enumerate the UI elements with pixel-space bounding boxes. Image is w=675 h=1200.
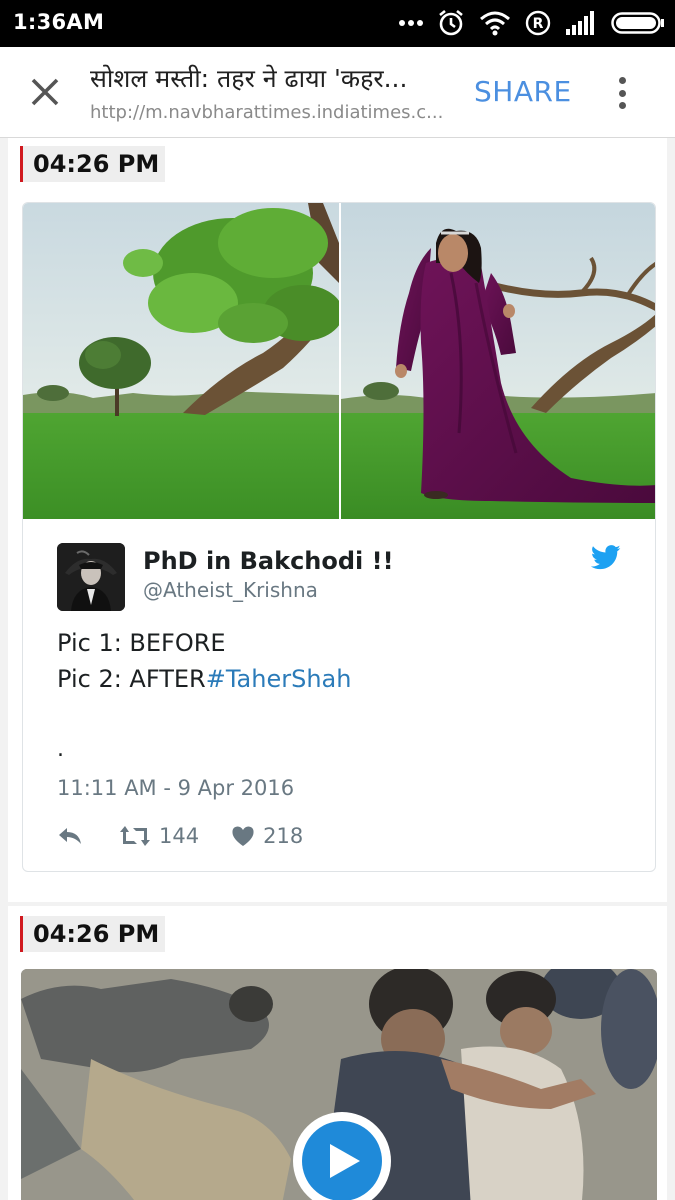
tweet-photo-before[interactable] [23,203,339,519]
status-time: 1:36AM [13,10,105,34]
tweet-timestamp[interactable]: 11:11 AM - 9 Apr 2016 [57,776,294,800]
video-player[interactable] [21,969,657,1200]
more-options-button[interactable] [608,73,636,113]
retweet-button[interactable]: 144 [119,824,199,848]
avatar[interactable] [57,543,125,611]
browser-app-bar: सोशल मस्ती: तहर ने ढाया 'कहर... http://m… [0,47,675,138]
battery-icon [611,12,665,34]
more-options-icon [618,77,626,84]
wifi-icon [479,10,511,36]
tweet-actions: 144 218 [57,821,303,851]
tweet-text: Pic 1: BEFORE Pic 2: AFTER#TaherShah [57,625,617,697]
close-icon [31,78,59,106]
play-button[interactable] [293,1112,391,1200]
entry-time: 04:26 PM [20,146,166,182]
close-button[interactable] [24,71,66,113]
tweet-hashtag-link[interactable]: #TaherShah [206,665,352,693]
reply-button[interactable] [57,826,83,846]
entry-time: 04:26 PM [20,916,166,952]
reply-icon [59,828,81,844]
tweet-text-line: Pic 1: BEFORE [57,629,226,657]
tweet-text-prefix: Pic 2: AFTER [57,665,206,693]
retweet-icon [120,826,150,846]
tweet-media[interactable] [23,203,655,519]
alarm-icon [437,9,465,37]
tweet-body: PhD in Bakchodi !! @Atheist_Krishna Pic … [23,519,655,871]
entry-separator [8,902,667,906]
twitter-bird-icon[interactable] [590,545,621,574]
status-bar: 1:36AM R [0,0,675,47]
heart-icon [232,826,254,846]
embedded-tweet[interactable]: PhD in Bakchodi !! @Atheist_Krishna Pic … [22,202,656,872]
tweet-author-name[interactable]: PhD in Bakchodi !! [143,547,394,575]
signal-icon [565,11,597,35]
retweet-count: 144 [159,824,200,848]
like-count: 218 [263,824,304,848]
registered-icon: R [525,10,551,36]
tweet-photo-after[interactable] [341,203,655,519]
page-title: सोशल मस्ती: तहर ने ढाया 'कहर... [90,64,408,93]
more-dots-icon [399,19,423,27]
page-url[interactable]: http://m.navbharattimes.indiatimes.c... [90,102,445,123]
tweet-text-line: Pic 2: AFTER#TaherShah [57,661,617,697]
like-button[interactable]: 218 [231,824,303,848]
play-icon [302,1121,382,1200]
article-content[interactable]: 04:26 PM PhD in Bakchodi !! @Atheist_Kri… [8,138,667,1200]
share-button[interactable]: SHARE [474,75,572,108]
status-icons: R [399,8,665,38]
tweet-text-trailing: . [57,737,64,762]
svg-text:R: R [533,16,544,32]
tweet-author-handle[interactable]: @Atheist_Krishna [143,578,318,602]
